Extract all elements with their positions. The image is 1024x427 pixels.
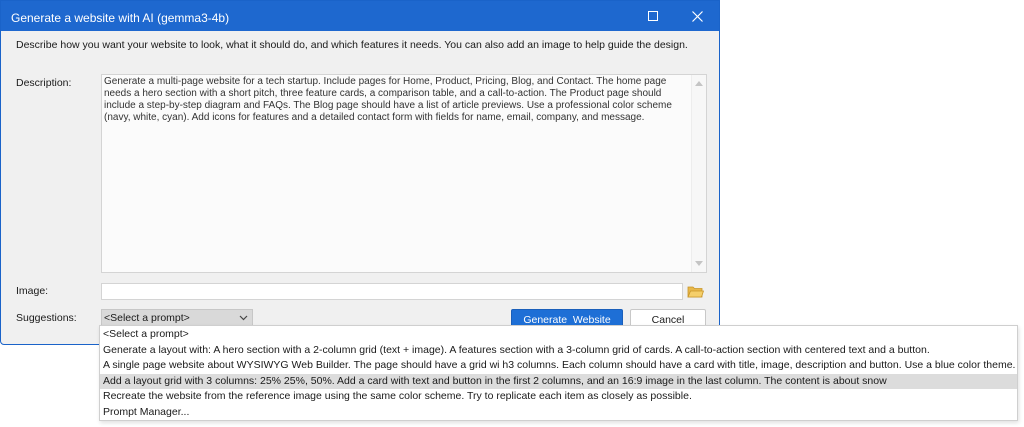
image-path-input[interactable]	[101, 283, 683, 300]
scroll-up-icon[interactable]	[695, 81, 703, 86]
dialog-title: Generate a website with AI (gemma3-4b)	[11, 11, 230, 25]
prompt-manager-option[interactable]: Prompt Manager...	[100, 405, 1017, 420]
close-button[interactable]	[675, 1, 719, 31]
description-label: Description:	[16, 77, 72, 89]
image-label: Image:	[16, 285, 49, 297]
description-value: Generate a multi-page website for a tech…	[104, 76, 672, 123]
close-icon	[691, 10, 703, 22]
folder-icon	[686, 286, 704, 298]
maximize-button[interactable]	[631, 1, 675, 31]
suggestions-dropdown-list: <Select a prompt> Generate a layout with…	[99, 325, 1018, 421]
suggestion-option[interactable]: A single page website about WYSIWYG Web …	[100, 358, 1017, 373]
suggestion-option-highlighted[interactable]: Add a layout grid with 3 columns: 25% 25…	[100, 374, 1017, 389]
suggestion-option[interactable]: <Select a prompt>	[100, 327, 1017, 342]
chevron-down-icon	[239, 315, 248, 321]
generate-website-label: Generate Website	[523, 313, 611, 326]
description-scrollbar[interactable]	[691, 75, 706, 272]
intro-text: Describe how you want your website to lo…	[16, 39, 688, 51]
cancel-label: Cancel	[651, 313, 685, 326]
description-textarea[interactable]: Generate a multi-page website for a tech…	[101, 74, 707, 273]
title-bar: Generate a website with AI (gemma3-4b)	[1, 1, 719, 31]
maximize-icon	[648, 11, 658, 21]
suggestions-selected-value: <Select a prompt>	[104, 312, 190, 324]
ai-website-dialog: Generate a website with AI (gemma3-4b) D…	[0, 0, 720, 345]
suggestion-option[interactable]: Generate a layout with: A hero section w…	[100, 343, 1017, 358]
suggestion-option[interactable]: Recreate the website from the reference …	[100, 389, 1017, 404]
suggestions-label: Suggestions:	[16, 312, 77, 324]
scroll-down-icon[interactable]	[695, 261, 703, 266]
browse-image-button[interactable]	[685, 283, 705, 300]
